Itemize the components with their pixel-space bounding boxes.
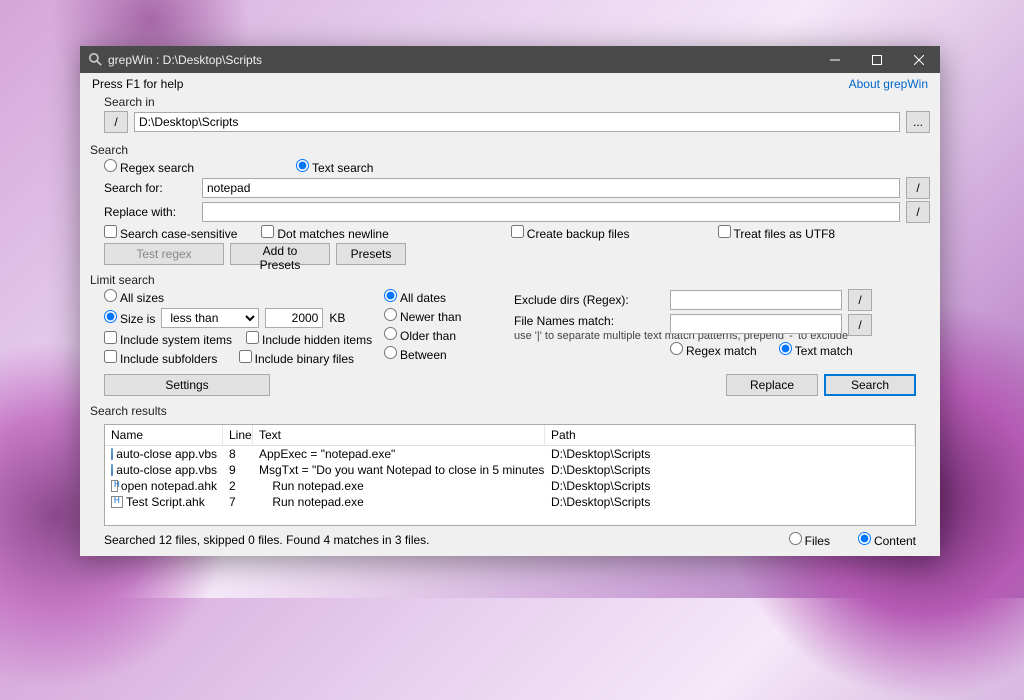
browse-button[interactable]: ... xyxy=(906,111,930,133)
file-icon xyxy=(111,496,123,508)
dot-label: Dot matches newline xyxy=(277,227,388,241)
searchin-history-button[interactable]: / xyxy=(104,111,128,133)
alldates-radio[interactable] xyxy=(384,289,397,302)
size-unit: KB xyxy=(329,311,345,325)
size-value-input[interactable] xyxy=(265,308,323,328)
replace-with-input[interactable] xyxy=(202,202,900,222)
file-icon xyxy=(111,448,113,460)
presets-button[interactable]: Presets xyxy=(336,243,406,265)
table-row[interactable]: auto-close app.vbs8AppExec = "notepad.ex… xyxy=(105,446,915,462)
replace-with-label: Replace with: xyxy=(104,205,196,219)
subfolders-check[interactable] xyxy=(104,350,117,363)
test-regex-button[interactable]: Test regex xyxy=(104,243,224,265)
titlebar[interactable]: grepWin : D:\Desktop\Scripts xyxy=(80,46,940,73)
binary-check[interactable] xyxy=(239,350,252,363)
utf8-label: Treat files as UTF8 xyxy=(734,227,836,241)
searchin-input[interactable] xyxy=(134,112,900,132)
table-row[interactable]: Test Script.ahk7 Run notepad.exeD:\Deskt… xyxy=(105,494,915,510)
col-name[interactable]: Name xyxy=(105,425,223,445)
results-header: Name Line Text Path xyxy=(105,425,915,446)
app-icon xyxy=(88,53,102,67)
newer-radio[interactable] xyxy=(384,308,397,321)
file-icon xyxy=(111,464,113,476)
status-summary: Searched 12 files, skipped 0 files. Foun… xyxy=(104,533,430,547)
col-path[interactable]: Path xyxy=(545,425,915,445)
case-check[interactable] xyxy=(104,225,117,238)
between-radio[interactable] xyxy=(384,346,397,359)
add-presets-button[interactable]: Add to Presets xyxy=(230,243,330,265)
filenames-input[interactable] xyxy=(670,314,842,334)
app-window: grepWin : D:\Desktop\Scripts Press F1 fo… xyxy=(80,46,940,556)
search-for-input[interactable] xyxy=(202,178,900,198)
window-title: grepWin : D:\Desktop\Scripts xyxy=(108,53,814,67)
regex-radio-label[interactable]: Regex search xyxy=(104,159,194,175)
file-icon xyxy=(111,480,118,492)
replace-history-button[interactable]: / xyxy=(906,201,930,223)
backup-check[interactable] xyxy=(511,225,524,238)
limit-group: Limit search xyxy=(90,273,930,287)
replace-button[interactable]: Replace xyxy=(726,374,818,396)
dot-check[interactable] xyxy=(261,225,274,238)
searchin-label: Search in xyxy=(104,95,930,109)
sysitems-check[interactable] xyxy=(104,331,117,344)
content-view-radio[interactable] xyxy=(858,532,871,545)
search-for-history-button[interactable]: / xyxy=(906,177,930,199)
table-row[interactable]: auto-close app.vbs9MsgTxt = "Do you want… xyxy=(105,462,915,478)
results-table[interactable]: Name Line Text Path auto-close app.vbs8A… xyxy=(104,424,916,526)
minimize-button[interactable] xyxy=(814,46,856,73)
regex-radio[interactable] xyxy=(104,159,117,172)
search-for-label: Search for: xyxy=(104,181,196,195)
exclude-dirs-input[interactable] xyxy=(670,290,842,310)
regexmatch-radio[interactable] xyxy=(670,342,683,355)
allsizes-radio[interactable] xyxy=(104,289,117,302)
help-hint: Press F1 for help xyxy=(92,77,183,91)
sizeis-radio[interactable] xyxy=(104,310,117,323)
case-label: Search case-sensitive xyxy=(120,227,237,241)
close-button[interactable] xyxy=(898,46,940,73)
maximize-button[interactable] xyxy=(856,46,898,73)
settings-button[interactable]: Settings xyxy=(104,374,270,396)
filenames-history-button[interactable]: / xyxy=(848,314,872,336)
backup-label: Create backup files xyxy=(527,227,630,241)
size-op-select[interactable]: less than xyxy=(161,308,259,328)
exclude-dirs-label: Exclude dirs (Regex): xyxy=(514,293,664,307)
utf8-check[interactable] xyxy=(718,225,731,238)
older-radio[interactable] xyxy=(384,327,397,340)
files-view-radio[interactable] xyxy=(789,532,802,545)
col-text[interactable]: Text xyxy=(253,425,545,445)
text-radio-label[interactable]: Text search xyxy=(296,159,373,175)
hidden-check[interactable] xyxy=(246,331,259,344)
textmatch-radio[interactable] xyxy=(779,342,792,355)
exclude-history-button[interactable]: / xyxy=(848,289,872,311)
search-button[interactable]: Search xyxy=(824,374,916,396)
results-group: Search results xyxy=(90,404,930,418)
col-line[interactable]: Line xyxy=(223,425,253,445)
search-group: Search xyxy=(90,143,930,157)
about-link[interactable]: About grepWin xyxy=(849,77,928,91)
text-radio[interactable] xyxy=(296,159,309,172)
table-row[interactable]: open notepad.ahk2 Run notepad.exeD:\Desk… xyxy=(105,478,915,494)
filenames-label: File Names match: xyxy=(514,314,614,328)
